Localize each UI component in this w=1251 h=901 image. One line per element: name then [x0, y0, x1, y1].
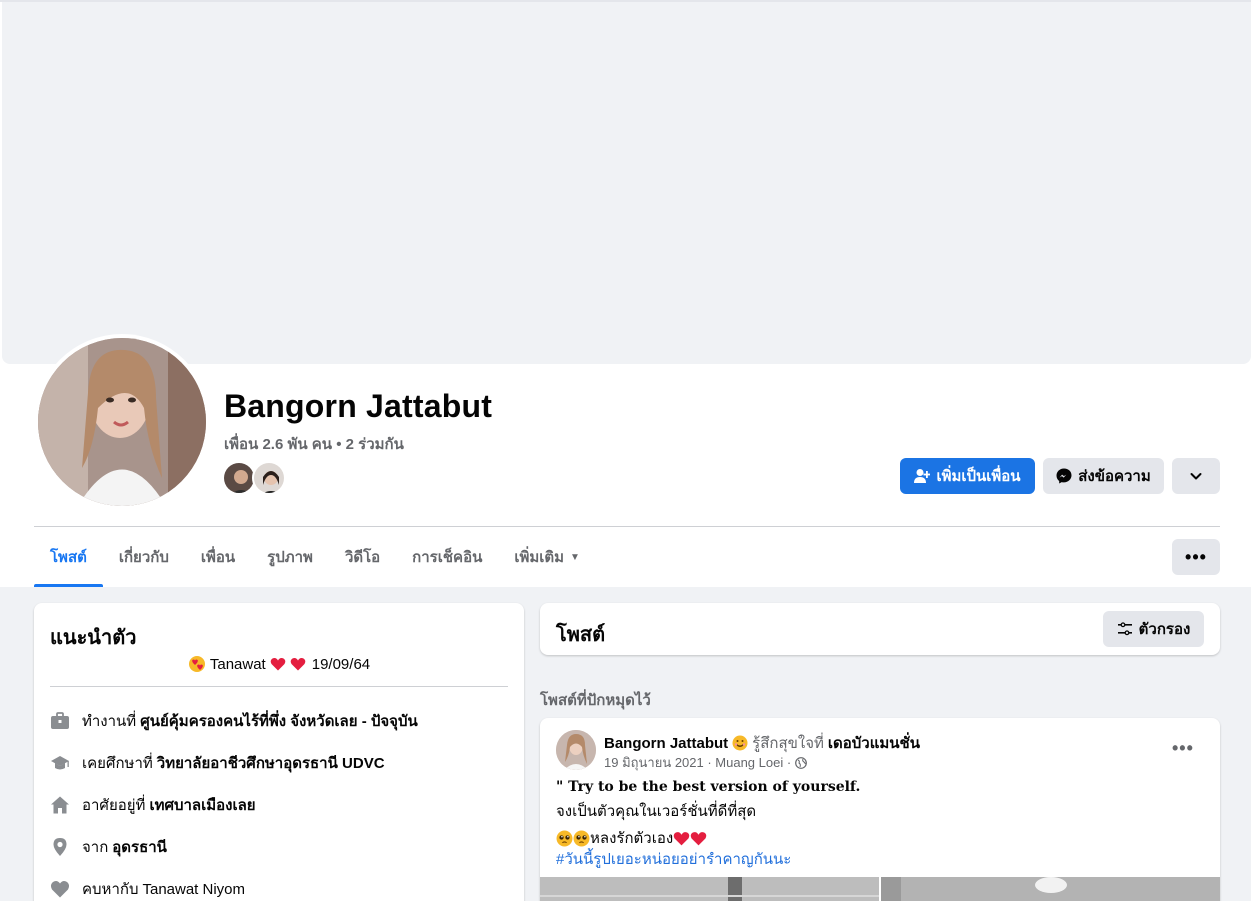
briefcase-icon: [50, 711, 70, 731]
post-photo[interactable]: [881, 877, 1220, 901]
add-friend-button[interactable]: เพิ่มเป็นเพื่อน: [900, 458, 1035, 494]
pinned-post: Bangorn Jattabut รู้สึกสุขใจที่ เดอบัวแม…: [540, 718, 1220, 901]
row-value[interactable]: เทศบาลเมืองเลย: [149, 793, 255, 817]
ellipsis-icon: •••: [1172, 738, 1194, 758]
intro-row-from: จาก อุดรธานี: [50, 835, 167, 859]
mutual-friend-avatar[interactable]: [222, 461, 256, 495]
filter-button[interactable]: ตัวกรอง: [1103, 611, 1204, 647]
pleading-emoji-icon: [556, 830, 573, 846]
row-prefix: อาศัยอยู่ที่: [82, 797, 146, 814]
row-value[interactable]: ศูนย์คุ้มครองคนไร้ที่พึ่ง จังหวัดเลย - ป…: [140, 709, 418, 733]
post-meta: 19 มิถุนายน 2021 · Muang Loei ·: [604, 752, 808, 773]
profile-avatar[interactable]: [38, 338, 206, 506]
posts-header-card: โพสต์ ตัวกรอง: [540, 603, 1220, 655]
bio-divider: [50, 686, 508, 687]
smile-emoji-icon: [732, 735, 748, 751]
intro-card: แนะนำตัว Tanawat 19/09/64 ทำงานที่ ศูนย์…: [34, 603, 524, 901]
mutual-friend-avatar[interactable]: [252, 461, 286, 495]
tab-label: เพื่อน: [200, 549, 236, 566]
tab-label: รูปภาพ: [267, 549, 313, 566]
globe-icon: [795, 756, 808, 769]
pinned-posts-label: โพสต์ที่ปักหมุดไว้: [540, 692, 651, 709]
post-line-thai: จงเป็นตัวคุณในเวอร์ชั่นที่ดีที่สุด: [556, 803, 757, 820]
profile-photo-icon: [38, 338, 206, 506]
post-options-button[interactable]: •••: [1172, 738, 1194, 759]
heart-emoji-icon: [290, 658, 306, 671]
intro-row-education: เคยศึกษาที่ วิทยาลัยอาชีวศึกษาอุดรธานี U…: [50, 751, 385, 775]
cover-photo[interactable]: [2, 2, 1251, 364]
tab-about[interactable]: เกี่ยวกับ: [103, 527, 185, 587]
post-author[interactable]: Bangorn Jattabut: [604, 735, 728, 752]
tab-label: เพิ่มเติม: [514, 549, 565, 566]
home-icon: [50, 795, 70, 815]
tab-label: โพสต์: [50, 549, 87, 566]
row-prefix: ทำงานที่: [82, 713, 137, 730]
messenger-icon: [1056, 468, 1072, 484]
tab-more[interactable]: เพิ่มเติม ▼: [498, 527, 596, 587]
row-value[interactable]: อุดรธานี: [112, 835, 167, 859]
intro-row-lives: อาศัยอยู่ที่ เทศบาลเมืองเลย: [50, 793, 256, 817]
profile-dropdown-button[interactable]: [1172, 458, 1220, 494]
post-place[interactable]: เดอบัวแมนชั่น: [828, 731, 920, 755]
graduation-cap-icon: [50, 753, 70, 773]
tab-label: เกี่ยวกับ: [118, 549, 169, 566]
filter-label: ตัวกรอง: [1138, 621, 1191, 638]
chevron-down-icon: [1190, 473, 1202, 480]
posts-title: โพสต์: [556, 624, 606, 646]
add-friend-icon: [914, 469, 931, 483]
mutual-friends[interactable]: [222, 461, 292, 495]
tab-posts[interactable]: โพสต์: [34, 527, 103, 587]
row-prefix: จาก: [82, 839, 109, 856]
add-friend-label: เพิ่มเป็นเพื่อน: [936, 468, 1021, 485]
post-quote: " Try to be the best version of yourself…: [556, 779, 861, 795]
row-value[interactable]: Tanawat Niyom: [142, 881, 245, 898]
filter-icon: [1117, 622, 1132, 636]
heart-emoji-icon: [690, 831, 707, 845]
message-button[interactable]: ส่งข้อความ: [1043, 458, 1164, 494]
bio-name: Tanawat: [209, 655, 266, 673]
tab-label: วิดีโอ: [344, 549, 381, 566]
bio-date: 19/09/64: [311, 655, 371, 673]
heart-emoji-icon: [673, 831, 690, 845]
pleading-emoji-icon: [573, 830, 590, 846]
post-photo[interactable]: [540, 877, 879, 901]
tab-videos[interactable]: วิดีโอ: [329, 527, 396, 587]
intro-row-relationship: คบหากับ Tanawat Niyom: [50, 877, 245, 901]
post-date-location[interactable]: 19 มิถุนายน 2021 · Muang Loei ·: [604, 752, 791, 773]
ellipsis-icon: •••: [1185, 546, 1207, 567]
intro-bio: Tanawat 19/09/64: [34, 655, 524, 673]
more-options-button[interactable]: •••: [1172, 539, 1220, 575]
heart-emoji-icon: [270, 658, 286, 671]
intro-row-work: ทำงานที่ ศูนย์คุ้มครองคนไร้ที่พึ่ง จังหว…: [50, 709, 418, 733]
location-pin-icon: [50, 837, 70, 857]
row-value[interactable]: วิทยาลัยอาชีวศึกษาอุดรธานี UDVC: [157, 751, 385, 775]
caret-down-icon: ▼: [570, 551, 580, 563]
tab-checkins[interactable]: การเช็คอิน: [396, 527, 498, 587]
friends-count[interactable]: เพื่อน 2.6 พัน คน • 2 ร่วมกัน: [224, 432, 404, 456]
row-prefix: คบหากับ: [82, 881, 139, 898]
heart-icon: [50, 879, 70, 899]
post-hashtag[interactable]: #วันนี้รูปเยอะหน่อยอย่ารำคาญกันนะ: [556, 847, 791, 871]
profile-tabs: โพสต์ เกี่ยวกับ เพื่อน รูปภาพ วิดีโอ การ…: [34, 527, 596, 587]
intro-title: แนะนำตัว: [50, 627, 137, 649]
row-prefix: เคยศึกษาที่: [82, 755, 153, 772]
message-label: ส่งข้อความ: [1078, 468, 1151, 485]
hearts-emoji-icon: [188, 656, 205, 672]
tab-photos[interactable]: รูปภาพ: [251, 527, 329, 587]
tab-label: การเช็คอิน: [412, 549, 483, 566]
post-images: [540, 877, 1220, 901]
profile-name: Bangorn Jattabut: [224, 388, 493, 424]
post-author-avatar[interactable]: [556, 730, 596, 770]
tab-friends[interactable]: เพื่อน: [185, 527, 251, 587]
